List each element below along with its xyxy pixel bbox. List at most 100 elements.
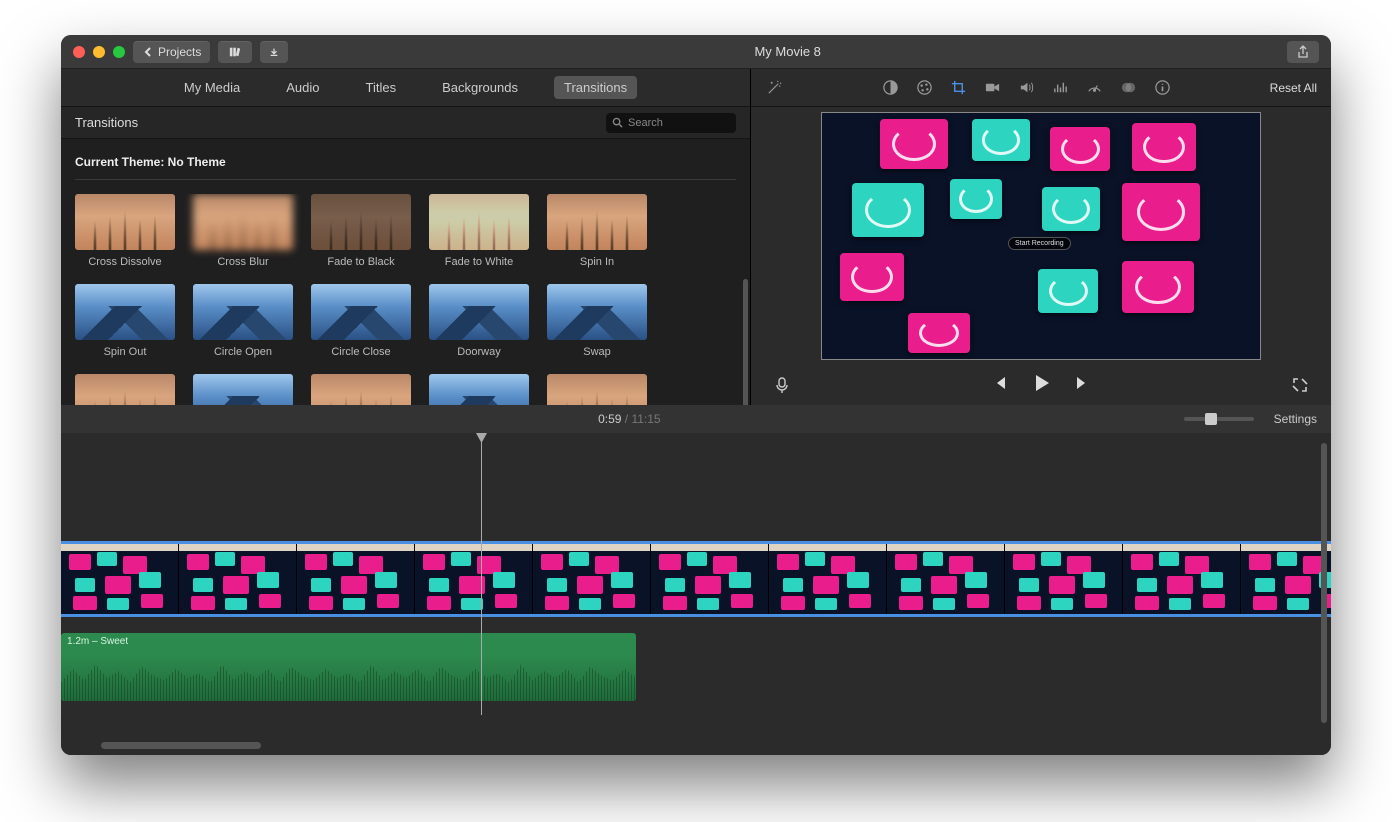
transition-label: Fade to Black [327,256,394,268]
video-clip-thumb[interactable] [1005,544,1123,614]
divider [75,179,736,180]
transition-spin-out[interactable]: Spin Out [75,284,175,358]
playback-controls [751,365,1331,405]
video-clip-thumb[interactable] [179,544,297,614]
video-clip-thumb[interactable] [887,544,1005,614]
transition-swap[interactable]: Swap [547,284,647,358]
transition-fade-to-black[interactable]: Fade to Black [311,194,411,268]
timeline-zoom-slider[interactable] [1184,417,1254,421]
speaker-icon[interactable] [1017,79,1035,97]
preview-badge: Start Recording [1008,237,1071,250]
video-clip-thumb[interactable] [61,544,179,614]
transition-thumbnail [311,284,411,340]
microphone-icon[interactable] [773,376,791,394]
tab-transitions[interactable]: Transitions [554,76,637,99]
transition-circle-close[interactable]: Circle Close [311,284,411,358]
browser-subheader-title: Transitions [75,115,606,130]
minimize-window-icon[interactable] [93,46,105,58]
browser-scrollbar[interactable] [743,279,748,405]
color-palette-icon[interactable] [915,79,933,97]
transitions-grid: Cross Dissolve Cross Blur Fade to Black Fad… [61,194,750,405]
info-icon[interactable] [1153,79,1171,97]
audio-clip[interactable]: 1.2m – Sweet [61,633,636,701]
transition-thumbnail [193,194,293,250]
browser-subheader: Transitions Search [61,107,750,139]
browser-tabs: My Media Audio Titles Backgrounds Transition… [61,69,750,107]
zoom-window-icon[interactable] [113,46,125,58]
video-clip-thumb[interactable] [1123,544,1241,614]
share-button[interactable] [1287,41,1319,63]
search-placeholder: Search [628,117,663,129]
overlay-icon[interactable] [1119,79,1137,97]
transition-spin-in[interactable]: Spin In [547,194,647,268]
projects-back-label: Projects [158,45,201,59]
transition-label: Cross Dissolve [88,256,161,268]
tab-backgrounds[interactable]: Backgrounds [432,76,528,99]
timeline-v-scrollbar[interactable] [1321,443,1327,723]
window-traffic-lights[interactable] [73,46,125,58]
transition-item[interactable] [547,374,647,405]
transition-item[interactable] [311,374,411,405]
tab-my-media[interactable]: My Media [174,76,250,99]
next-button[interactable] [1074,374,1092,397]
transition-item[interactable] [429,374,529,405]
viewer-pane: Reset All Start Recording [751,69,1331,405]
browser-pane: My Media Audio Titles Backgrounds Transition… [61,69,751,405]
video-clip-thumb[interactable] [1241,544,1331,614]
video-clip-thumb[interactable] [533,544,651,614]
video-track[interactable] [61,541,1331,617]
transition-cross-dissolve[interactable]: Cross Dissolve [75,194,175,268]
play-button[interactable] [1030,372,1052,399]
prev-button[interactable] [990,374,1008,397]
transition-label: Spin In [580,256,614,268]
reset-all-button[interactable]: Reset All [1270,81,1317,95]
transition-thumbnail [311,194,411,250]
transition-doorway[interactable]: Doorway [429,284,529,358]
audio-clip-label: 1.2m – Sweet [61,633,636,650]
crop-icon[interactable] [949,79,967,97]
transition-fade-to-white[interactable]: Fade to White [429,194,529,268]
preview-viewer[interactable]: Start Recording [751,107,1331,365]
timeline[interactable]: 1.2m – Sweet [61,433,1331,755]
adjust-toolbar: Reset All [751,69,1331,107]
transition-label: Cross Blur [217,256,268,268]
transition-cross-blur[interactable]: Cross Blur [193,194,293,268]
total-duration: 11:15 [631,412,660,426]
transition-item[interactable] [193,374,293,405]
speedometer-icon[interactable] [1085,79,1103,97]
transition-circle-open[interactable]: Circle Open [193,284,293,358]
video-clip-thumb[interactable] [769,544,887,614]
timeline-h-scrollbar[interactable] [101,742,261,749]
video-camera-icon[interactable] [983,79,1001,97]
window-title: My Movie 8 [288,44,1287,59]
transition-thumbnail [193,284,293,340]
main-split: My Media Audio Titles Backgrounds Transition… [61,69,1331,405]
projects-back-button[interactable]: Projects [133,41,210,63]
fullscreen-icon[interactable] [1291,376,1309,394]
contrast-icon[interactable] [881,79,899,97]
transition-item[interactable] [75,374,175,405]
audio-waveform [61,655,636,701]
transition-label: Circle Close [331,346,390,358]
library-toggle-button[interactable] [218,41,252,63]
transition-thumbnail [429,194,529,250]
import-button[interactable] [260,41,288,63]
video-clip-thumb[interactable] [415,544,533,614]
transition-thumbnail [429,284,529,340]
video-clip-thumb[interactable] [651,544,769,614]
playhead[interactable] [481,433,482,715]
close-window-icon[interactable] [73,46,85,58]
transition-thumbnail [75,284,175,340]
tab-titles[interactable]: Titles [356,76,407,99]
video-clip-thumb[interactable] [297,544,415,614]
search-input[interactable]: Search [606,113,736,133]
transition-thumbnail [547,284,647,340]
tab-audio[interactable]: Audio [276,76,329,99]
magic-wand-icon[interactable] [765,79,783,97]
timeline-settings-button[interactable]: Settings [1274,412,1317,426]
time-info-bar: 0:59 / 11:15 Settings [61,405,1331,433]
current-theme-label: Current Theme: No Theme [61,139,750,179]
equalizer-icon[interactable] [1051,79,1069,97]
transition-label: Swap [583,346,611,358]
transition-thumbnail [75,194,175,250]
